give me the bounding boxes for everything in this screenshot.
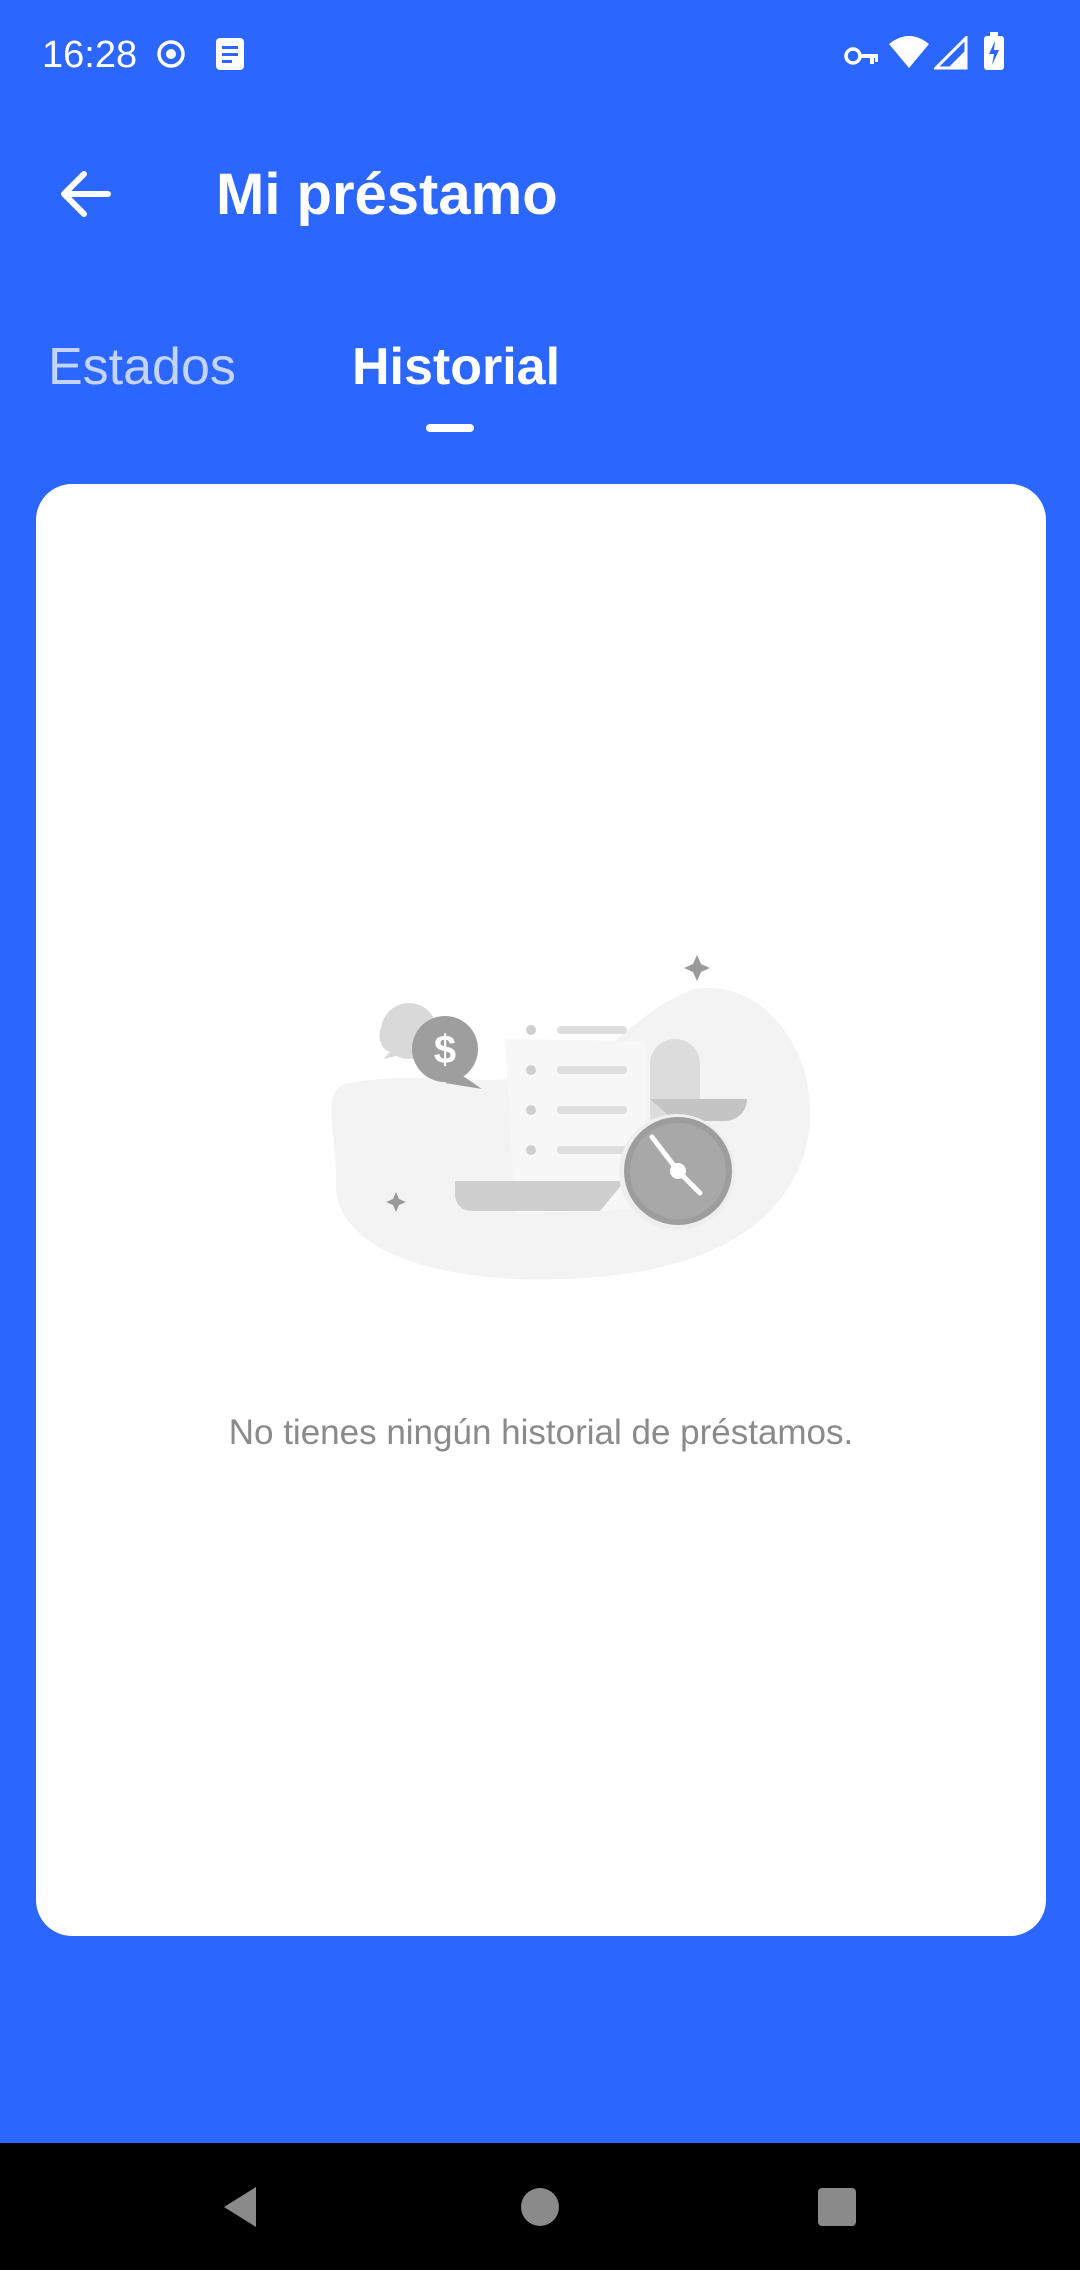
empty-history-message: No tienes ningún historial de préstamos. (228, 1413, 854, 1452)
record-icon (157, 40, 185, 68)
status-bar: 16:28 (0, 0, 1080, 110)
nav-recents-button[interactable] (777, 2143, 897, 2270)
screen: 16:28 Mi préstamo Estados Historial $ No… (0, 0, 1080, 2270)
history-card: $ No tienes ningún historial de préstamo… (36, 484, 1046, 1936)
nav-back-button[interactable] (180, 2143, 300, 2270)
notes-icon (216, 38, 244, 70)
home-circle-icon (521, 2187, 559, 2226)
nav-home-button[interactable] (480, 2143, 600, 2270)
signal-icon (934, 36, 968, 70)
back-button[interactable] (40, 150, 128, 238)
tab-estados[interactable]: Estados (48, 335, 236, 399)
page-title: Mi préstamo (216, 162, 558, 227)
active-tab-indicator (426, 424, 474, 432)
loan-history-empty-illustration: $ (331, 955, 811, 1280)
back-triangle-icon (224, 2186, 256, 2227)
svg-text:$: $ (434, 1028, 456, 1072)
battery-charging-icon (984, 32, 1004, 70)
recents-square-icon (818, 2187, 856, 2226)
wifi-icon (889, 36, 929, 68)
system-nav-bar (0, 2143, 1080, 2270)
tab-historial[interactable]: Historial (352, 335, 560, 399)
vpn-key-icon (844, 47, 878, 65)
status-time: 16:28 (42, 34, 138, 76)
arrow-left-icon (61, 171, 111, 217)
